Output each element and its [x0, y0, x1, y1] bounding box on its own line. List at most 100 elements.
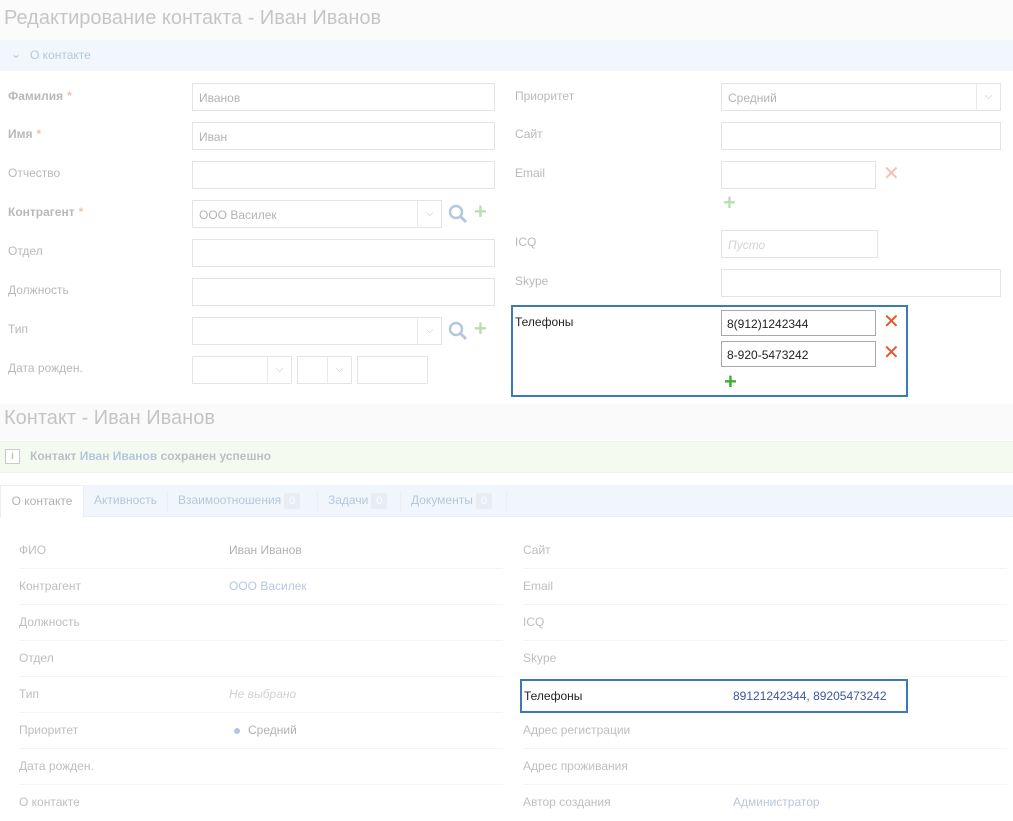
section-label: О контакте: [30, 48, 91, 62]
site-field[interactable]: [721, 122, 1001, 150]
view-row-position: Должность: [19, 605, 503, 641]
counterparty-label: Контрагент *: [8, 205, 84, 219]
row-label: Skype: [523, 651, 557, 665]
add-email-icon[interactable]: +: [723, 192, 736, 214]
type-select[interactable]: ⌵: [192, 317, 442, 345]
view-row-about: О контакте: [19, 785, 503, 821]
add-icon[interactable]: +: [474, 318, 487, 340]
birthdate-label: Дата рожден.: [8, 361, 83, 375]
edit-title-bar: Редактирование контакта - Иван Иванов: [0, 0, 1013, 40]
count-badge: 0: [475, 493, 492, 509]
view-row-skype: Skype: [523, 641, 1007, 677]
department-field[interactable]: [192, 239, 495, 267]
priority-select[interactable]: Средний ⌵: [721, 83, 1001, 111]
tab-divider: [167, 491, 168, 511]
tab-documents[interactable]: Документы 0: [411, 485, 492, 517]
icq-placeholder: Пусто: [728, 238, 766, 252]
skype-label: Skype: [515, 274, 549, 288]
remove-phone-2-icon[interactable]: ✕: [883, 343, 900, 363]
phone-value-2: 8-920-5473242: [727, 348, 809, 362]
first-name-field[interactable]: Иван: [192, 122, 495, 150]
row-label: Адрес регистрации: [523, 723, 631, 737]
view-row-author: Автор создания Администратор: [523, 785, 1007, 821]
row-value: Средний: [248, 723, 297, 737]
tab-tasks[interactable]: Задачи 0: [328, 485, 388, 517]
position-label: Должность: [8, 283, 69, 297]
phone-value-1: 8(912)1242344: [727, 317, 809, 331]
position-field[interactable]: [192, 278, 495, 306]
add-phone-icon[interactable]: +: [724, 371, 737, 393]
phone-field-2[interactable]: 8-920-5473242: [721, 341, 876, 367]
search-icon[interactable]: [448, 204, 468, 224]
chevron-down-icon: ⌄: [11, 47, 22, 61]
row-label: ICQ: [523, 615, 545, 629]
phone-field-1[interactable]: 8(912)1242344: [721, 310, 876, 336]
row-value: Не выбрано: [229, 687, 297, 701]
tab-activity[interactable]: Активность: [94, 485, 157, 517]
view-title-bar: Контакт - Иван Иванов: [0, 404, 1013, 440]
phones-view-value: 89121242344, 89205473242: [733, 689, 887, 703]
row-label: О контакте: [19, 795, 80, 809]
view-row-birthdate: Дата рожден.: [19, 749, 503, 785]
phones-label: Телефоны: [515, 315, 574, 329]
phones-view-highlight: Телефоны 89121242344, 89205473242: [520, 679, 908, 713]
chevron-down-icon[interactable]: ⌵: [417, 201, 441, 227]
email-field[interactable]: [721, 161, 876, 189]
skype-field[interactable]: [721, 269, 1001, 297]
author-link[interactable]: Администратор: [733, 795, 820, 809]
count-badge: 0: [284, 493, 301, 509]
chevron-down-icon[interactable]: ⌵: [976, 84, 1000, 110]
icq-label: ICQ: [515, 235, 537, 249]
view-row-fio: ФИО Иван Иванов: [19, 533, 503, 569]
row-label: Приоритет: [19, 723, 79, 737]
alert-prefix: Контакт: [30, 449, 77, 463]
row-label: Тип: [19, 687, 40, 701]
last-name-label: Фамилия *: [8, 89, 72, 103]
success-alert: i Контакт Иван Иванов сохранен успешно: [0, 441, 1013, 473]
view-row-priority: Приоритет Средний: [19, 713, 503, 749]
tab-bar: О контакте Активность Взаимоотношения 0 З…: [0, 485, 1013, 518]
counterparty-value: ООО Василек: [199, 208, 277, 222]
birth-day-select[interactable]: ⌵: [192, 356, 292, 384]
chevron-down-icon[interactable]: ⌵: [267, 357, 291, 383]
section-header-about[interactable]: ⌄ О контакте: [0, 40, 1013, 71]
info-icon: i: [5, 449, 20, 464]
view-row-counterparty: Контрагент ООО Василек: [19, 569, 503, 605]
row-label: Отдел: [19, 651, 54, 665]
phones-view-label: Телефоны: [524, 689, 583, 703]
tab-divider: [506, 491, 507, 511]
view-page-title: Контакт - Иван Иванов: [4, 407, 215, 429]
tab-divider: [317, 491, 318, 511]
row-label: ФИО: [19, 543, 47, 557]
department-label: Отдел: [8, 244, 43, 258]
add-icon[interactable]: +: [474, 201, 487, 223]
first-name-value: Иван: [199, 130, 228, 144]
row-label: Должность: [19, 615, 80, 629]
remove-email-icon[interactable]: ✕: [883, 164, 900, 184]
icq-field[interactable]: Пусто: [721, 230, 878, 258]
priority-label: Приоритет: [515, 89, 575, 103]
chevron-down-icon[interactable]: ⌵: [417, 318, 441, 344]
priority-dot-icon: [234, 727, 240, 734]
chevron-down-icon[interactable]: ⌵: [327, 357, 351, 383]
view-row-site: Сайт: [523, 533, 1007, 569]
row-label: Автор создания: [523, 795, 611, 809]
alert-suffix: сохранен успешно: [160, 449, 272, 463]
birth-month-select[interactable]: ⌵: [297, 356, 352, 384]
middle-name-field[interactable]: [192, 161, 495, 189]
row-value: Иван Иванов: [229, 543, 302, 557]
row-label: Сайт: [523, 543, 551, 557]
tab-relationships[interactable]: Взаимоотношения 0: [178, 485, 301, 517]
alert-contact-link[interactable]: Иван Иванов: [80, 449, 158, 463]
priority-value: Средний: [728, 91, 777, 105]
row-label: Дата рожден.: [19, 759, 94, 773]
tab-about[interactable]: О контакте: [0, 485, 84, 518]
view-row-live-address: Адрес проживания: [523, 749, 1007, 785]
birth-year-field[interactable]: [357, 356, 428, 384]
tab-divider: [400, 491, 401, 511]
last-name-field[interactable]: Иванов: [192, 83, 495, 111]
search-icon[interactable]: [448, 321, 468, 341]
counterparty-select[interactable]: ООО Василек ⌵: [192, 200, 442, 228]
counterparty-link[interactable]: ООО Василек: [229, 579, 307, 593]
remove-phone-1-icon[interactable]: ✕: [883, 312, 900, 332]
